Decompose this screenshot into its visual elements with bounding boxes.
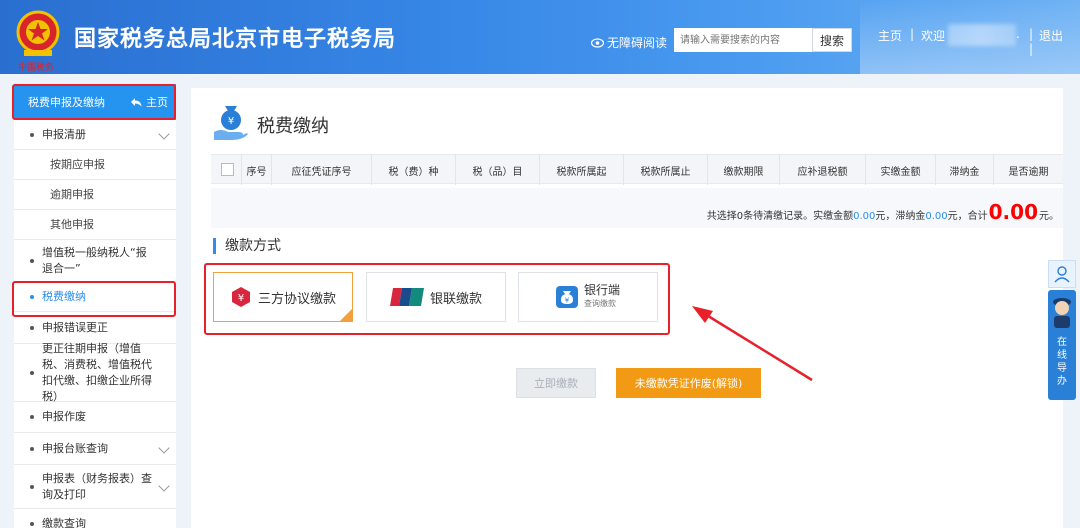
- online-guide-label: 在 线 导 办: [1057, 337, 1067, 387]
- customer-service-button[interactable]: [1048, 260, 1076, 288]
- annotation-arrow-icon: [692, 306, 813, 382]
- online-guide-button[interactable]: 在 线 导 办: [1048, 290, 1076, 400]
- user-icon: [1054, 266, 1070, 283]
- floating-help: 在 线 导 办: [1048, 260, 1076, 400]
- guide-avatar-icon: [1053, 298, 1071, 328]
